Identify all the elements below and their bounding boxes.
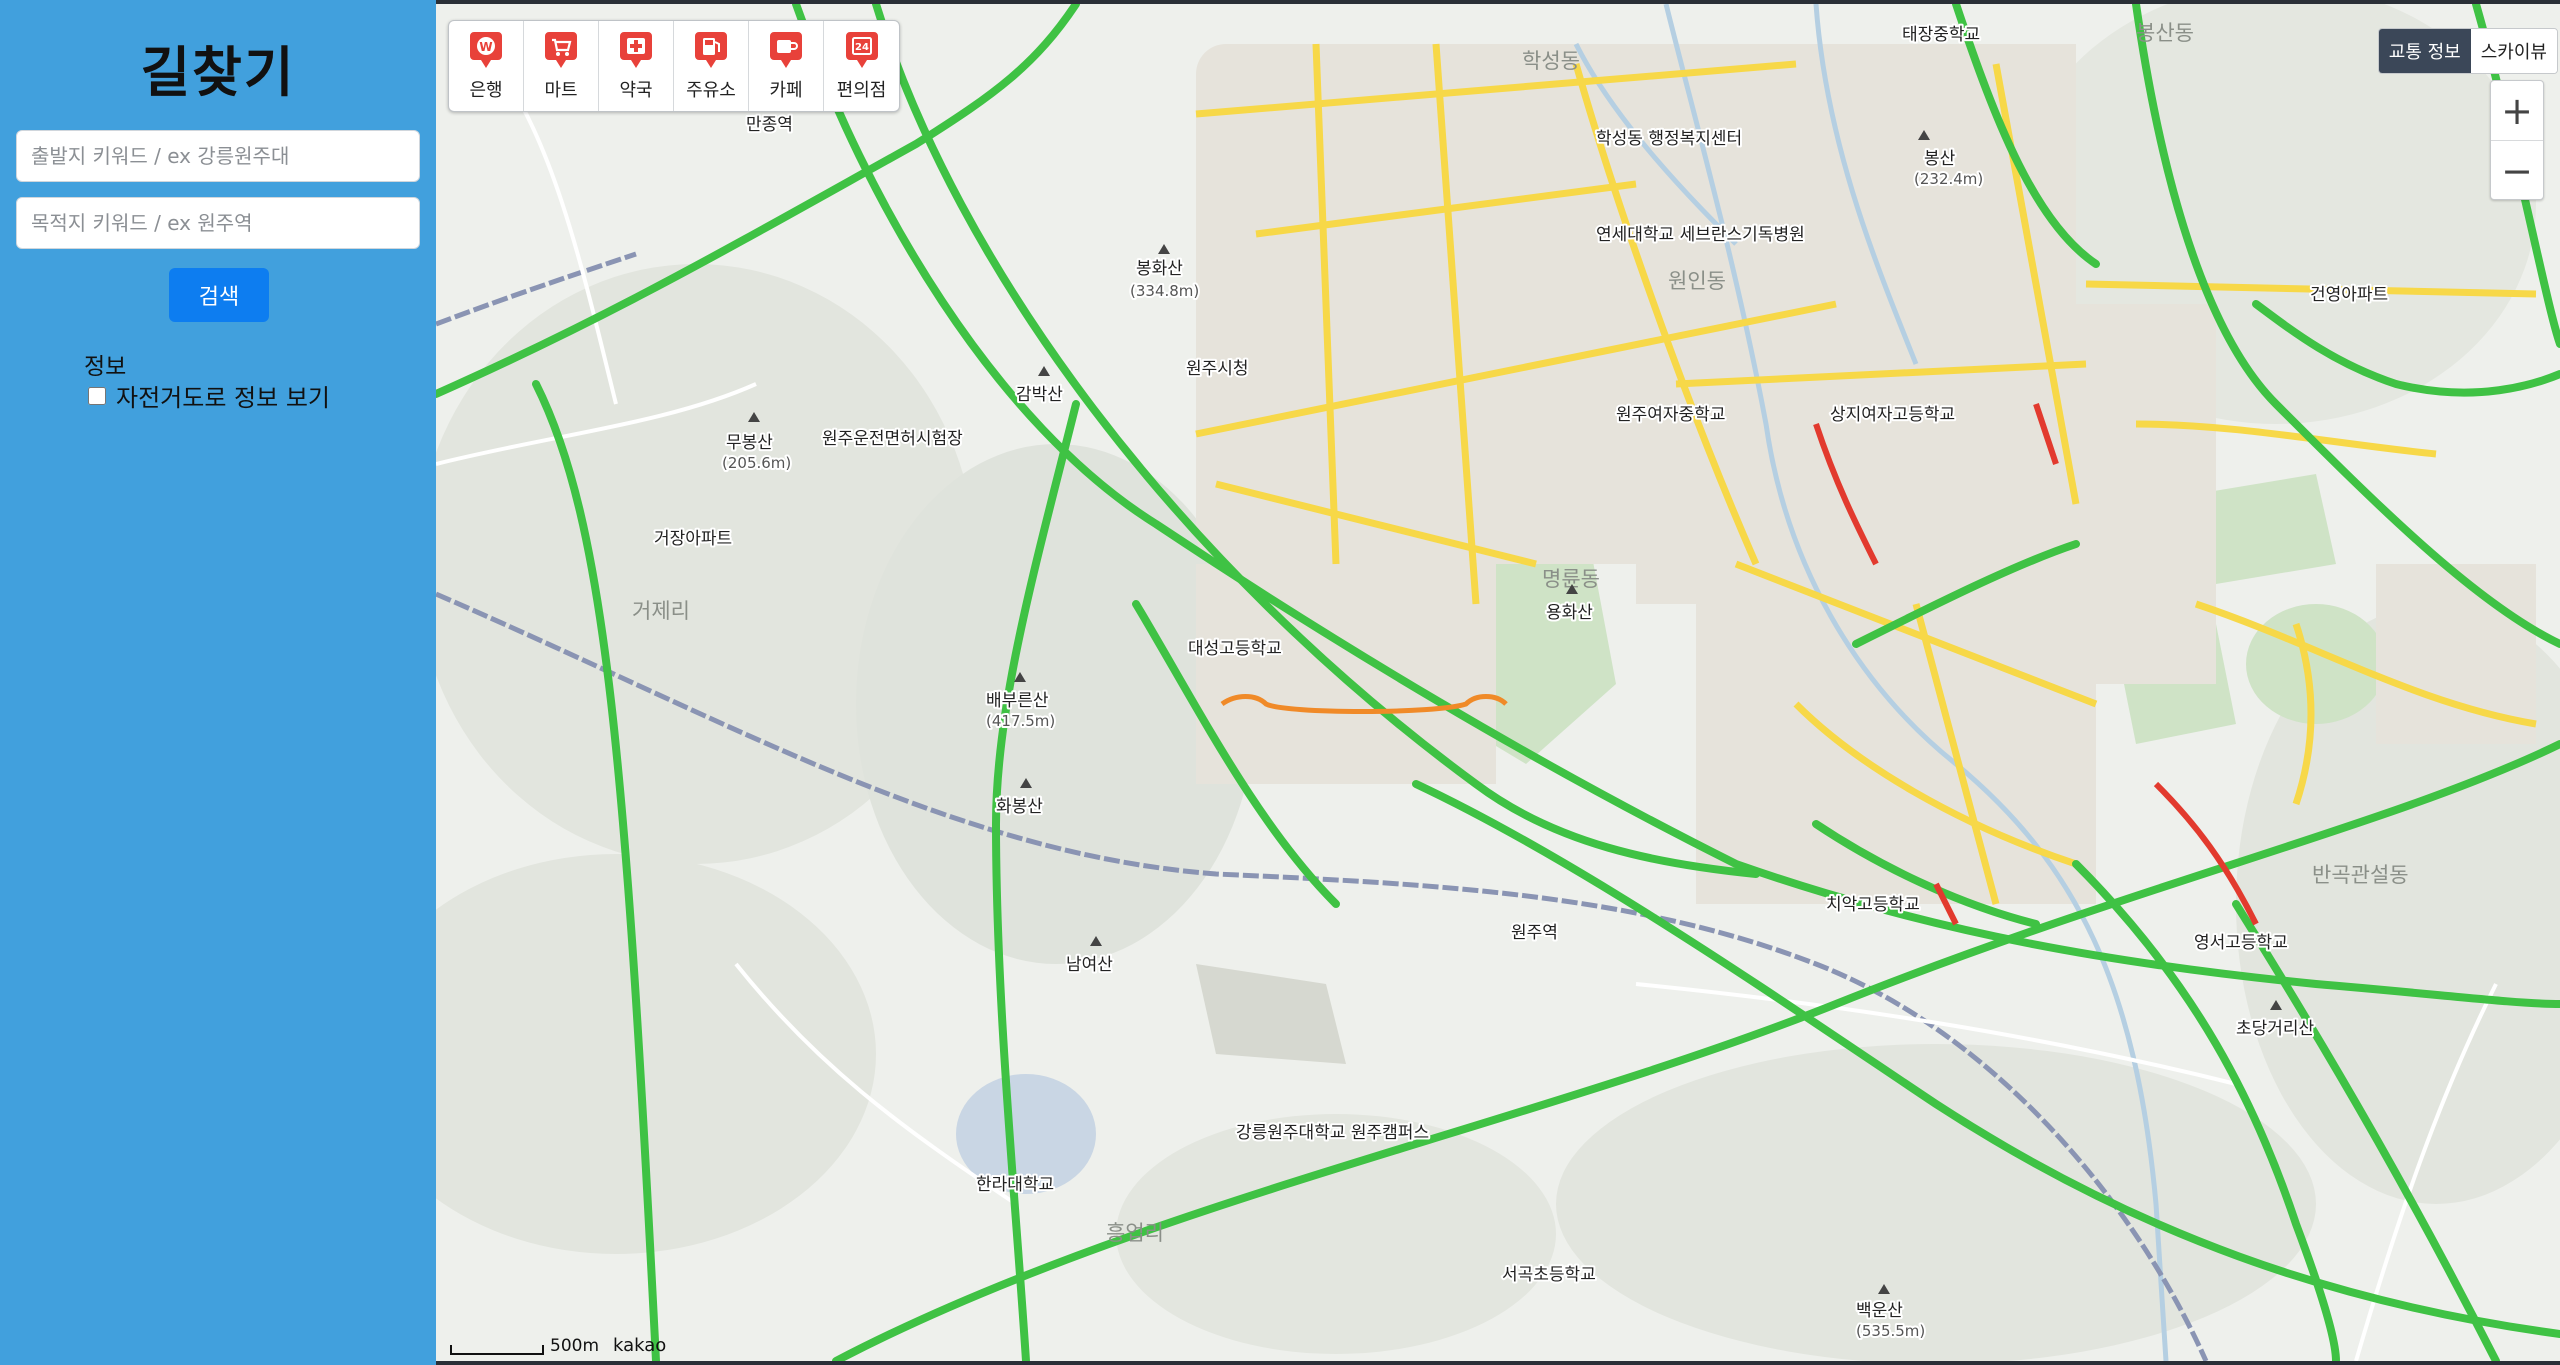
- zoom-in-button[interactable]: +: [2491, 81, 2543, 141]
- label-wonju-city-hall: 원주시청: [1186, 359, 1249, 379]
- label-mubongsan: 무봉산: [726, 433, 773, 453]
- category-cafe[interactable]: 카페: [749, 21, 824, 111]
- label-bongsan: 봉산: [1924, 149, 1956, 169]
- label-area-geojeri: 거제리: [632, 599, 690, 623]
- svg-text:24: 24: [855, 42, 869, 53]
- scale-line: [450, 1345, 544, 1355]
- label-bonghwasan: 봉화산: [1136, 259, 1183, 279]
- category-cafe-label: 카페: [769, 80, 803, 101]
- label-hakseong-center: 학성동 행정복지센터: [1596, 129, 1742, 149]
- svg-text:W: W: [479, 40, 492, 54]
- pharmacy-icon: [620, 32, 652, 68]
- kakao-logo: kakao: [613, 1335, 667, 1356]
- label-area-bongsandong: 봉산동: [2136, 21, 2194, 45]
- category-mart-label: 마트: [544, 80, 578, 101]
- label-hwabongsan: 화봉산: [996, 797, 1043, 817]
- label-taejang-ms: 태장중학교: [1902, 25, 1980, 45]
- label-daeseong-hs: 대성고등학교: [1188, 639, 1282, 659]
- category-toolbar: W 은행 마트 약국 주유소 카페 24 편의점: [448, 20, 900, 112]
- label-hanra-univ: 한라대학교: [976, 1175, 1054, 1195]
- category-bank-label: 은행: [469, 80, 503, 101]
- label-chodanggeorisan: 초당거리산: [2236, 1019, 2315, 1039]
- label-manjong-station: 만종역: [746, 115, 793, 135]
- label-baebureunsan: 배부른산: [986, 691, 1049, 711]
- label-bonghwasan-height: (334.8m): [1130, 282, 1199, 300]
- cart-icon: [545, 32, 577, 68]
- bike-road-checkbox[interactable]: [88, 386, 106, 405]
- label-gambaksan: 감박산: [1016, 385, 1063, 405]
- label-geojang-apt: 거장아파트: [654, 529, 732, 549]
- label-gwu-campus: 강릉원주대학교 원주캠퍼스: [1236, 1123, 1429, 1143]
- label-yonghwasan: 용화산: [1546, 603, 1593, 623]
- category-convenience-store-label: 편의점: [836, 80, 887, 101]
- label-area-hakseong: 학성동: [1522, 49, 1580, 73]
- label-baebureunsan-height: (417.5m): [986, 712, 1055, 730]
- label-bongsan-height: (232.4m): [1914, 170, 1983, 188]
- destination-keyword-input[interactable]: [16, 197, 420, 249]
- category-bank[interactable]: W 은행: [449, 21, 524, 111]
- bike-road-label: 자전거도로 정보 보기: [116, 384, 330, 412]
- scale-text: 500m: [550, 1336, 600, 1356]
- category-gas-station[interactable]: 주유소: [674, 21, 749, 111]
- label-area-gwanseol: 반곡관설동: [2312, 863, 2409, 887]
- map-canvas[interactable]: 원주역 원주시청 봉화산 (334.8m) 감박산 무봉산 (205.6m) 배…: [436, 4, 2560, 1361]
- label-geonyeong-apt: 건영아파트: [2310, 285, 2388, 305]
- label-sangji-girls-hs: 상지여자고등학교: [1830, 405, 1955, 425]
- page-title: 길찾기: [140, 41, 296, 104]
- info-title: 정보: [84, 354, 127, 380]
- label-wonju-station: 원주역: [1511, 923, 1558, 943]
- category-pharmacy-label: 약국: [619, 80, 653, 101]
- zoom-control: + −: [2490, 80, 2544, 200]
- scale-bar: 500m kakao: [450, 1337, 666, 1355]
- search-button[interactable]: 검색: [169, 268, 269, 322]
- label-area-heungeop: 흥업리: [1106, 1221, 1164, 1245]
- start-keyword-input[interactable]: [16, 130, 420, 182]
- category-gas-station-label: 주유소: [686, 80, 736, 101]
- label-namyeosan: 남여산: [1066, 955, 1113, 975]
- map-type-control: 교통 정보 스카이뷰: [2377, 28, 2558, 74]
- label-baegunsan: 백운산: [1856, 1301, 1903, 1321]
- label-license-center: 원주운전면허시험장: [822, 429, 963, 449]
- map-view[interactable]: 원주역 원주시청 봉화산 (334.8m) 감박산 무봉산 (205.6m) 배…: [436, 4, 2560, 1361]
- convenience-store-icon: 24: [845, 32, 878, 68]
- label-chiak-hs: 치악고등학교: [1826, 895, 1920, 915]
- label-wonju-girls-ms: 원주여자중학교: [1616, 405, 1725, 425]
- label-area-wondong: 원인동: [1668, 269, 1726, 293]
- coffee-icon: [770, 32, 802, 68]
- category-pharmacy[interactable]: 약국: [599, 21, 674, 111]
- skyview-button[interactable]: 스카이뷰: [2470, 29, 2557, 73]
- gas-station-icon: [695, 32, 727, 68]
- label-yonsei-hospital: 연세대학교 세브란스기독병원: [1596, 225, 1805, 245]
- bike-road-toggle[interactable]: 자전거도로 정보 보기: [88, 378, 330, 413]
- category-convenience-store[interactable]: 24 편의점: [824, 21, 899, 111]
- category-mart[interactable]: 마트: [524, 21, 599, 111]
- label-seogok-es: 서곡초등학교: [1502, 1265, 1596, 1285]
- bank-icon: W: [470, 32, 502, 68]
- label-baegunsan-height: (535.5m): [1856, 1322, 1925, 1340]
- label-mubongsan-height: (205.6m): [722, 454, 791, 472]
- label-yeongseo-hs: 영서고등학교: [2194, 933, 2288, 953]
- traffic-info-button[interactable]: 교통 정보: [2378, 29, 2471, 73]
- zoom-out-button[interactable]: −: [2491, 141, 2543, 200]
- sidebar: 길찾기 검색 정보 자전거도로 정보 보기: [0, 0, 436, 1365]
